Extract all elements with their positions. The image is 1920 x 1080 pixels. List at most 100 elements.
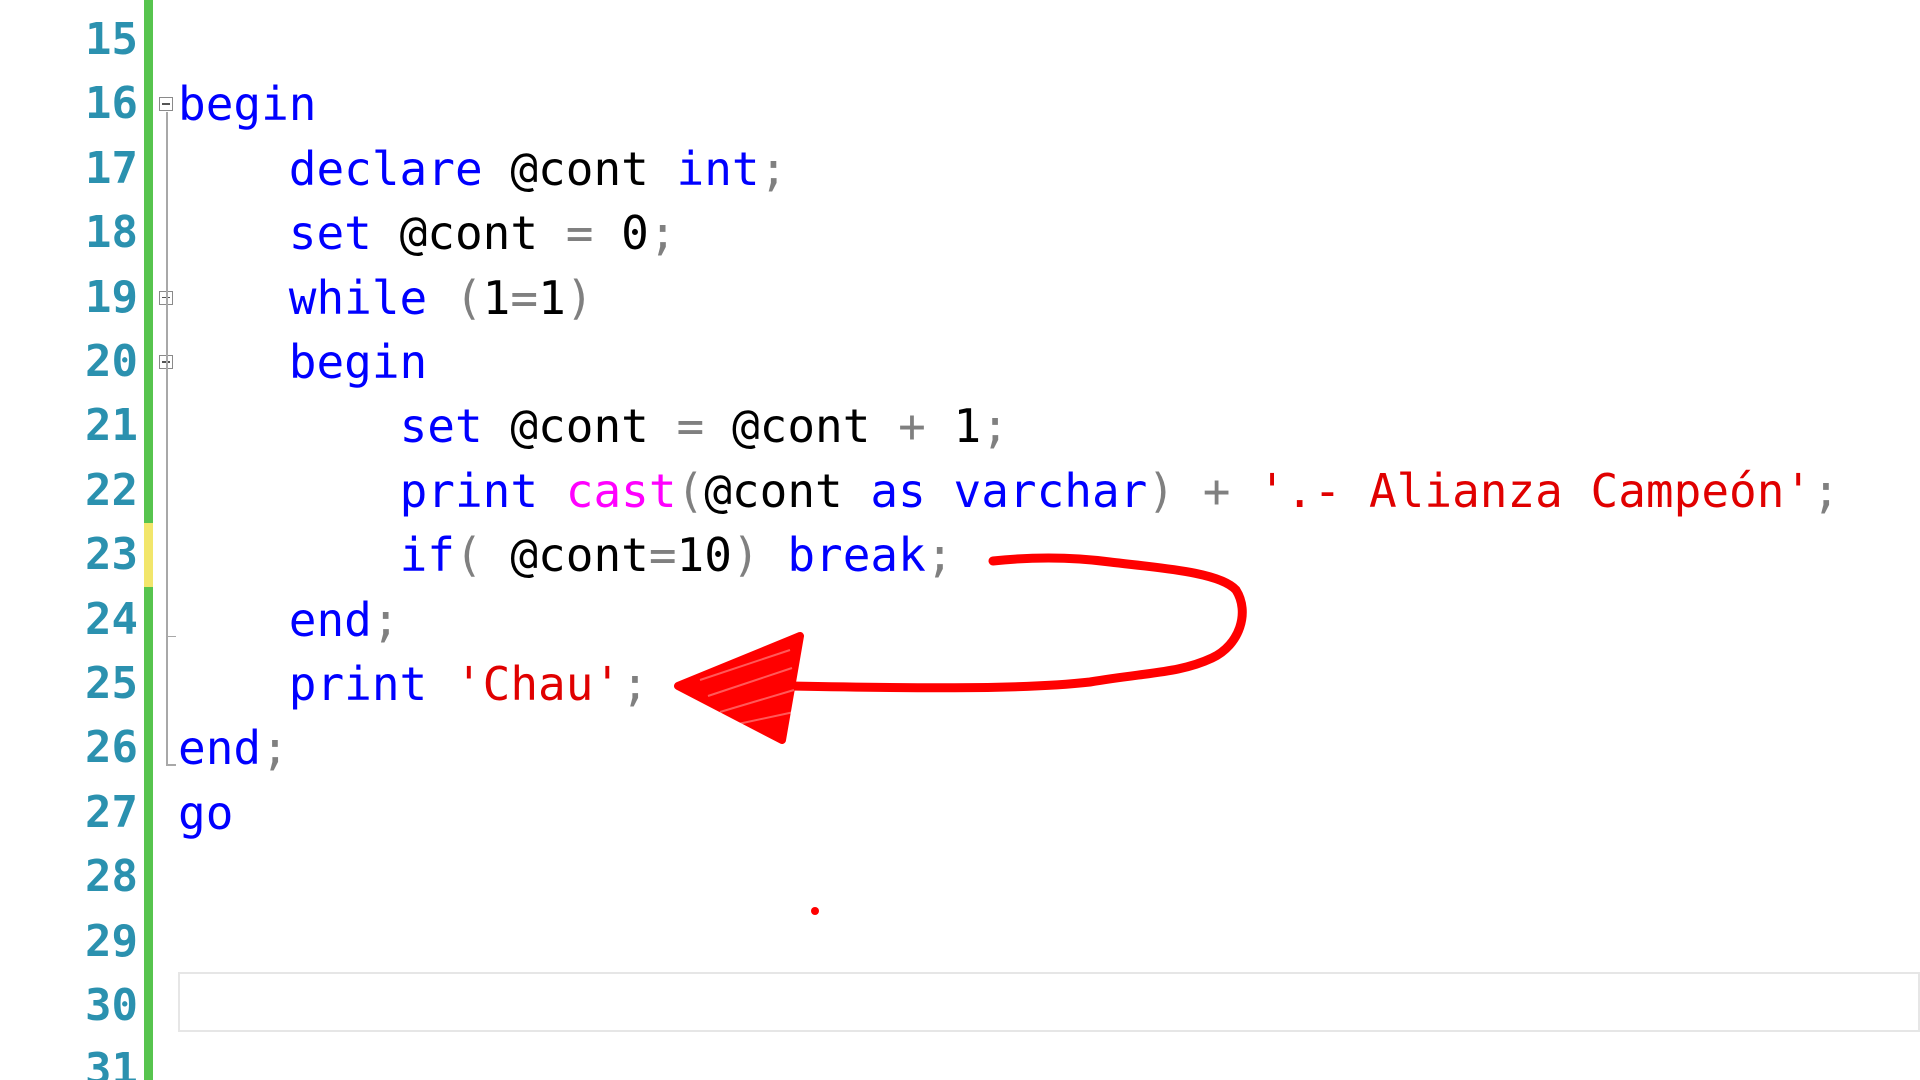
code-token: set: [288, 206, 372, 261]
code-text-area[interactable]: begin declare @cont int; set @cont = 0; …: [178, 0, 1920, 1080]
line-number: 26: [85, 722, 138, 774]
code-token: @cont: [399, 206, 539, 261]
code-token: 'Chau': [454, 657, 622, 711]
line-number: 25: [85, 658, 138, 709]
code-token: cast: [565, 463, 677, 518]
code-token: end: [288, 592, 372, 647]
line-number: 31: [85, 1044, 138, 1080]
code-token: ;: [371, 592, 400, 647]
code-token: +: [898, 399, 926, 454]
code-line[interactable]: print cast(@cont as varchar) + '.- Alian…: [178, 459, 1840, 523]
code-token: print: [399, 463, 539, 518]
fold-guide-line: [166, 112, 168, 765]
code-token: (: [676, 463, 705, 518]
code-token: break: [787, 528, 926, 583]
code-token: end: [178, 721, 262, 776]
code-token: =: [676, 399, 705, 454]
code-token: ;: [925, 528, 954, 583]
code-token: declare: [288, 141, 483, 196]
code-token: ;: [621, 657, 649, 711]
code-line[interactable]: set @cont = 0;: [178, 201, 677, 265]
line-number: 24: [85, 593, 138, 645]
code-token: 1: [482, 270, 511, 325]
code-token: if: [399, 528, 455, 583]
code-token: ): [565, 270, 594, 325]
code-token: @cont: [510, 399, 649, 454]
code-line[interactable]: end;: [178, 588, 400, 652]
code-line[interactable]: go: [178, 781, 233, 845]
code-token: @cont: [731, 399, 871, 454]
line-number: 17: [85, 142, 138, 194]
code-token: as: [870, 463, 926, 518]
code-token: 0: [621, 206, 649, 261]
code-token: =: [510, 270, 539, 325]
collapse-toggle-icon[interactable]: [159, 97, 173, 112]
fold-end-marker: [166, 635, 176, 638]
code-token: while: [288, 270, 428, 325]
code-token: @cont: [510, 141, 649, 196]
code-token: ): [731, 528, 760, 583]
code-editor[interactable]: 15 16 17 18 19 20 21 22 23 24 25 26 27 28 29 30 31 begin…: [0, 0, 1920, 1080]
line-number: 29: [85, 915, 138, 967]
code-line[interactable]: print 'Chau';: [178, 652, 649, 716]
code-token: ): [1147, 463, 1176, 518]
code-line[interactable]: end;: [178, 716, 289, 780]
code-line[interactable]: set @cont = @cont + 1;: [178, 394, 1009, 458]
code-token: begin: [288, 335, 428, 389]
line-number: 18: [85, 207, 138, 259]
code-token: 1: [538, 270, 566, 325]
line-number-gutter: 15 16 17 18 19 20 21 22 23 24 25 26 27 28 29 30 31: [0, 0, 145, 1080]
line-number: 28: [85, 851, 138, 903]
line-number: 16: [85, 78, 138, 130]
code-token: set: [399, 399, 483, 454]
line-number: 22: [85, 464, 138, 516]
code-line[interactable]: begin: [178, 72, 316, 136]
code-line[interactable]: declare @cont int;: [178, 137, 788, 201]
line-number: 30: [85, 980, 138, 1031]
line-number: 27: [85, 786, 138, 838]
line-number: 23: [85, 529, 138, 581]
code-token: @cont: [510, 528, 649, 583]
code-token: =: [648, 528, 677, 583]
line-number: 21: [85, 400, 138, 452]
code-token: 1: [953, 399, 982, 454]
code-token: varchar: [953, 463, 1148, 518]
code-token: (: [454, 270, 483, 325]
code-token: 10: [676, 528, 732, 583]
code-token: (: [454, 528, 483, 583]
code-line[interactable]: if( @cont=10) break;: [178, 523, 954, 587]
code-token: ;: [1812, 463, 1840, 518]
code-token: go: [178, 785, 234, 840]
code-token: +: [1202, 463, 1231, 518]
code-line[interactable]: begin: [178, 330, 427, 394]
code-token: ;: [759, 141, 788, 196]
code-line[interactable]: while (1=1): [178, 266, 594, 330]
code-token: ;: [261, 721, 289, 776]
